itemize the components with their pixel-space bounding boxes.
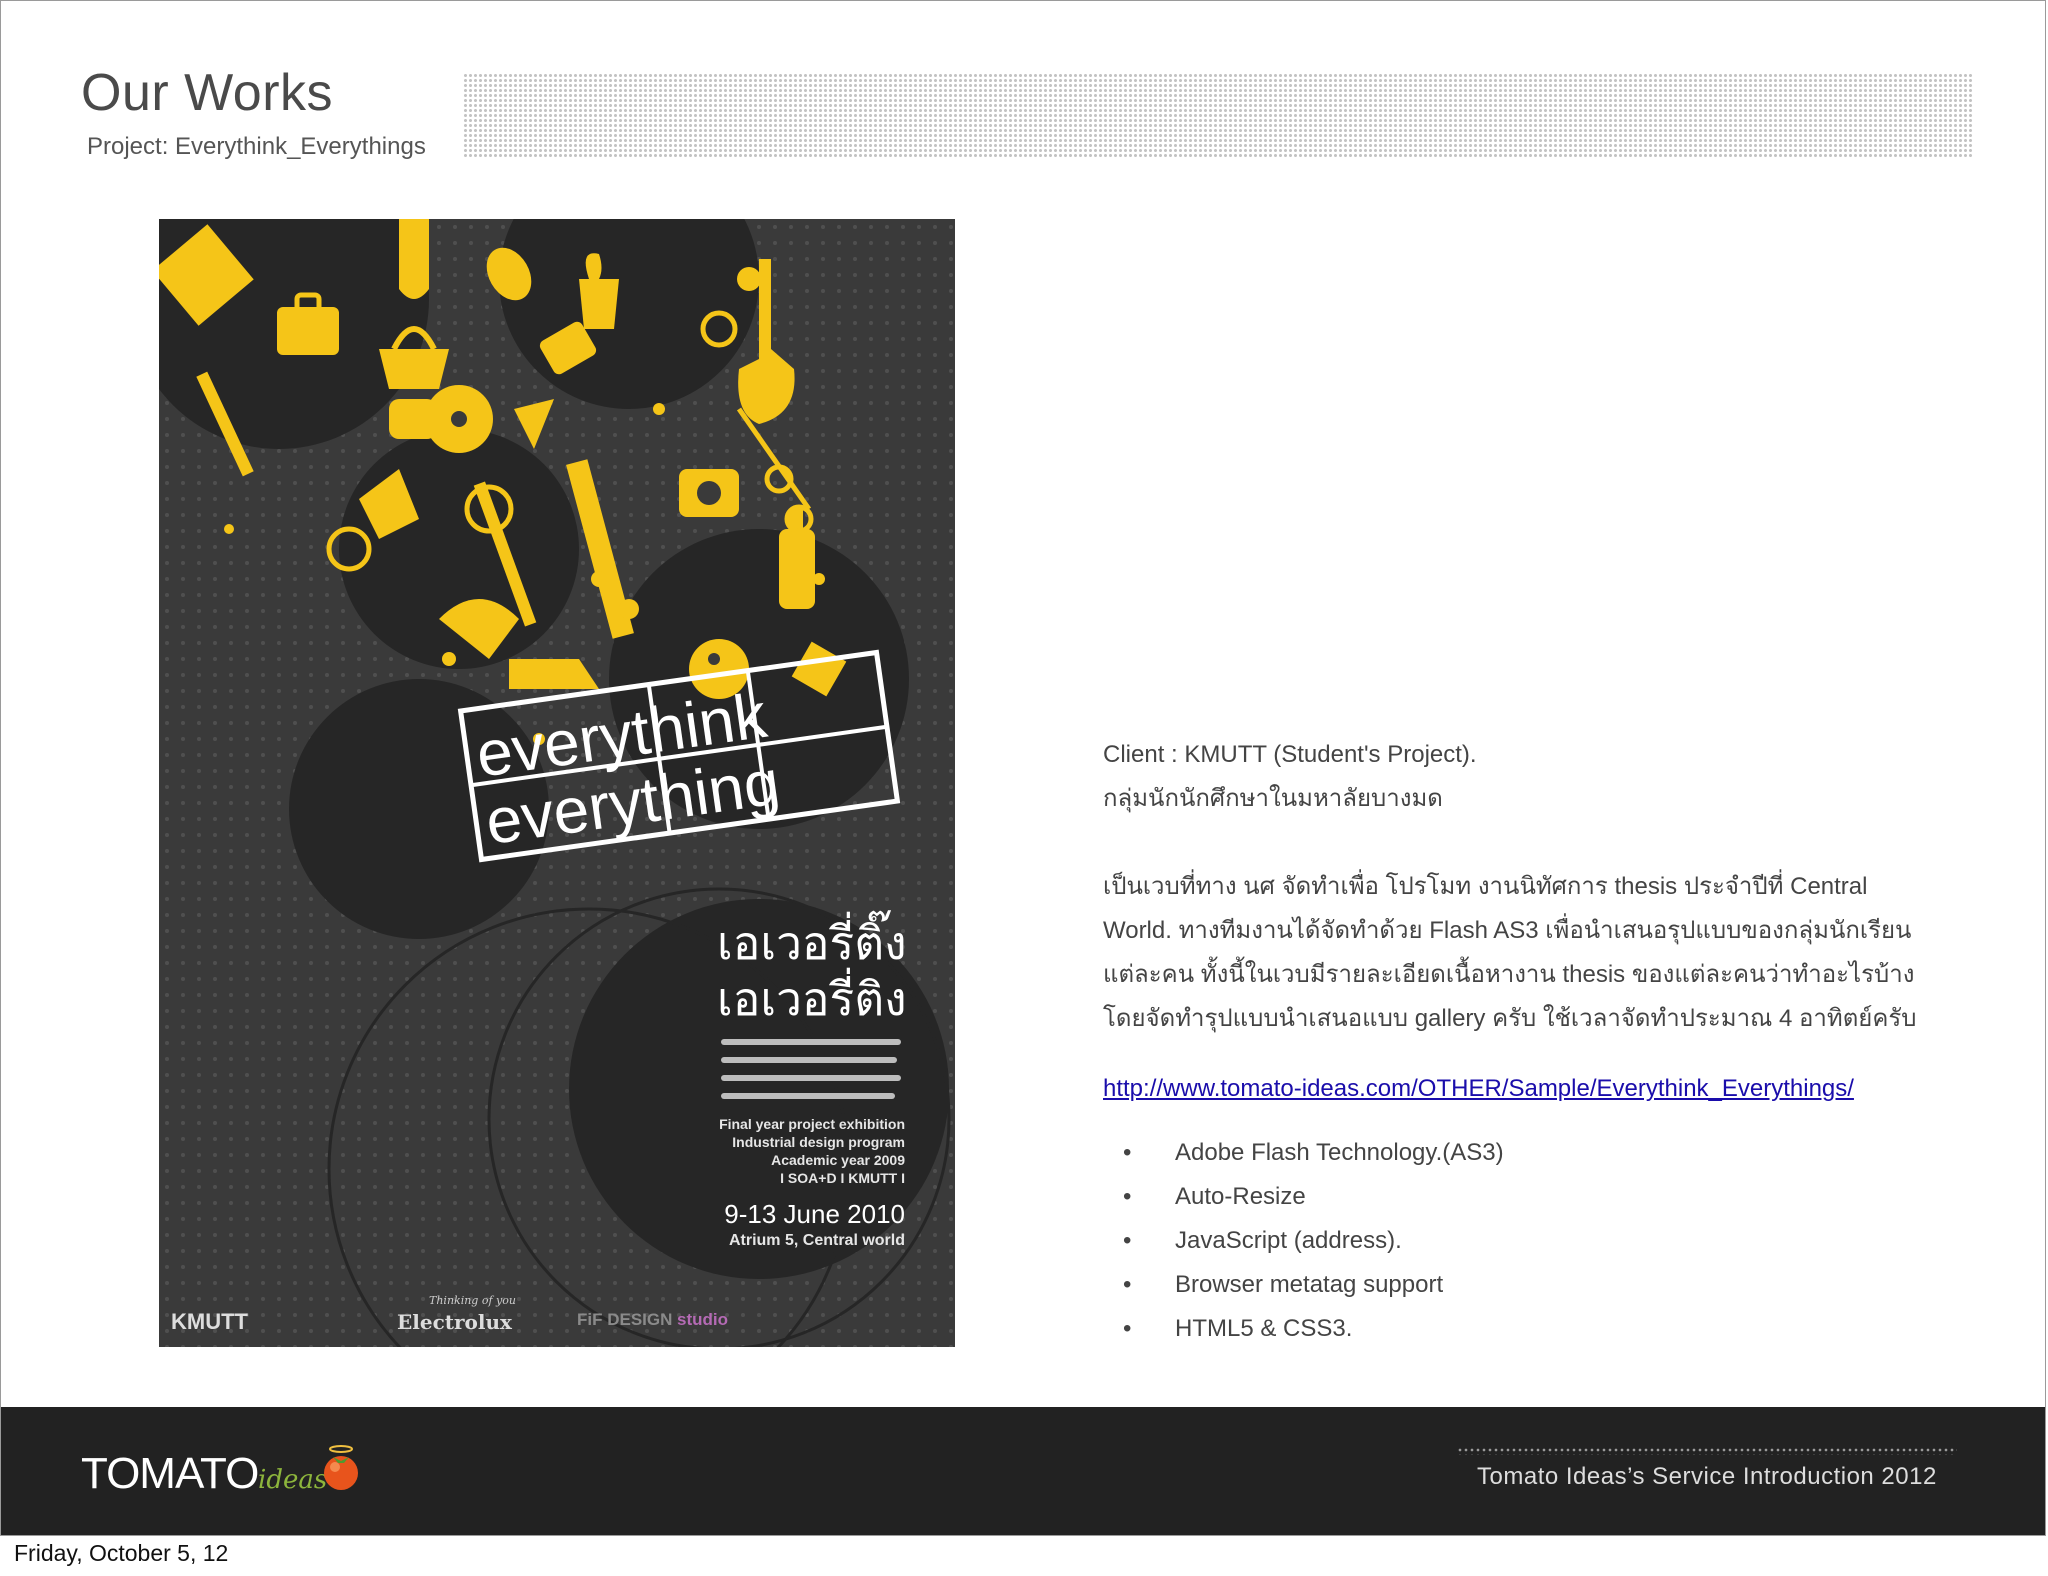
poster-event-line-3: Academic year 2009 xyxy=(771,1152,905,1168)
bullet-icon: • xyxy=(1123,1227,1132,1254)
project-poster: everythink everything เอเวอรี่ติ๊ง เอเวอ… xyxy=(159,219,955,1347)
sponsor-electrolux: Electrolux xyxy=(397,1310,513,1334)
sponsor-kmutt: KMUTT xyxy=(171,1309,249,1334)
project-subtitle: Project: Everythink_Everythings xyxy=(87,133,426,160)
footer-bar: TOMATO ideas Tomato Ideas’s Service Intr… xyxy=(1,1407,2045,1535)
feature-text: Adobe Flash Technology.(AS3) xyxy=(1175,1139,1504,1166)
feature-text: JavaScript (address). xyxy=(1175,1227,1402,1254)
poster-dates: 9-13 June 2010 xyxy=(724,1199,905,1229)
slide: Our Works Project: Everythink_Everything… xyxy=(0,0,2046,1536)
feature-item: • Browser metatag support xyxy=(1103,1263,1983,1307)
tomato-icon xyxy=(324,1445,358,1490)
bullet-icon: • xyxy=(1123,1315,1132,1342)
client-thai-line: กลุ่มนักนักศึกษาในมหาลัยบางมด xyxy=(1103,785,1443,812)
project-link[interactable]: http://www.tomato-ideas.com/OTHER/Sample… xyxy=(1103,1067,1854,1111)
description-line: แต่ละคน ทั้งนี้ในเวบมีรายละเอียดเนื้อหาง… xyxy=(1103,961,1915,988)
feature-text: Auto-Resize xyxy=(1175,1183,1306,1210)
page-title: Our Works xyxy=(81,64,334,122)
footer-dotted-line xyxy=(1457,1447,1957,1455)
client-line: Client : KMUTT (Student's Project). xyxy=(1103,741,1477,768)
description-line: โดยจัดทำรุปแบบนำเสนอแบบ gallery ครับ ใช้… xyxy=(1103,1005,1917,1032)
poster-graphic: everythink everything เอเวอรี่ติ๊ง เอเวอ… xyxy=(159,219,955,1347)
bullet-icon: • xyxy=(1123,1271,1132,1298)
description-line: World. ทางทีมงานได้จัดทำด้วย Flash AS3 เ… xyxy=(1103,917,1912,944)
feature-item: • Adobe Flash Technology.(AS3) xyxy=(1103,1131,1983,1175)
poster-event-line-4: I SOA+D I KMUTT I xyxy=(780,1170,905,1186)
project-info: Client : KMUTT (Student's Project). กลุ่… xyxy=(1103,733,1983,1351)
poster-event-line-1: Final year project exhibition xyxy=(719,1116,905,1132)
bullet-icon: • xyxy=(1123,1139,1132,1166)
feature-item: • HTML5 & CSS3. xyxy=(1103,1307,1983,1351)
feature-text: Browser metatag support xyxy=(1175,1271,1444,1298)
bullet-icon: • xyxy=(1123,1183,1132,1210)
sponsor-fif-design: FiF DESIGN xyxy=(577,1310,672,1329)
poster-thai-title-1: เอเวอรี่ติ๊ง xyxy=(717,910,907,970)
brand-logo-text: TOMATO xyxy=(81,1449,259,1498)
description-line: เป็นเวบที่ทาง นศ จัดทำเพื่อ โปรโมท งานนิ… xyxy=(1103,873,1868,900)
feature-list: • Adobe Flash Technology.(AS3) • Auto-Resi… xyxy=(1103,1131,1983,1351)
poster-thai-title-2: เอเวอรี่ติง xyxy=(717,967,907,1026)
poster-event-line-2: Industrial design program xyxy=(732,1134,905,1150)
poster-venue: Atrium 5, Central world xyxy=(729,1232,905,1249)
sponsor-electrolux-tagline: Thinking of you xyxy=(429,1294,516,1307)
feature-text: HTML5 & CSS3. xyxy=(1175,1315,1353,1342)
date-label: Friday, October 5, 12 xyxy=(14,1540,229,1566)
dotted-pattern xyxy=(463,73,1973,159)
footer-tagline: Tomato Ideas’s Service Introduction 2012 xyxy=(1477,1463,1937,1490)
sponsor-fif-studio: studio xyxy=(677,1310,728,1329)
feature-item: • Auto-Resize xyxy=(1103,1175,1983,1219)
feature-item: • JavaScript (address). xyxy=(1103,1219,1983,1263)
brand-logo-subtext: ideas xyxy=(258,1465,328,1495)
